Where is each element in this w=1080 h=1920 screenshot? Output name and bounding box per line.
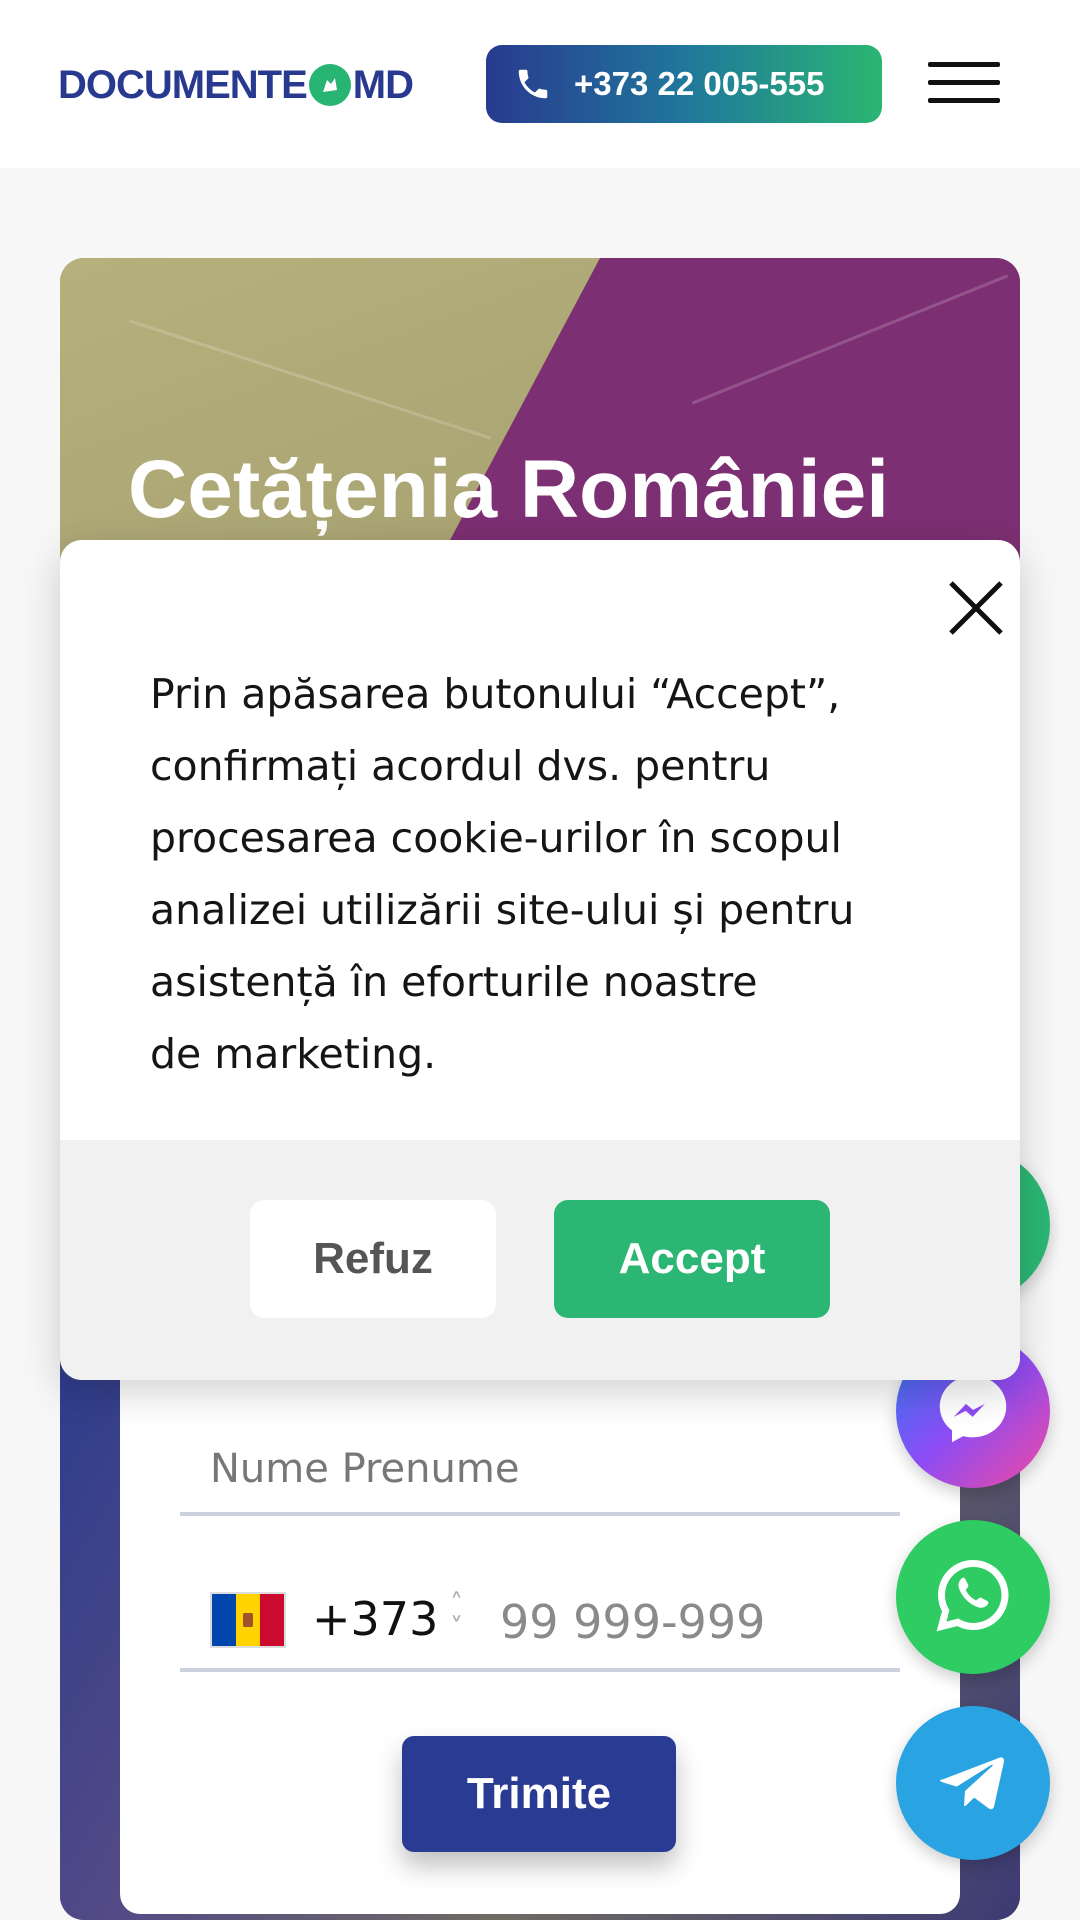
whatsapp-button[interactable] [896,1520,1050,1674]
logo-text-right: MD [352,62,414,107]
cookie-consent-actions: Refuz Accept [60,1140,1020,1380]
telegram-button[interactable] [896,1706,1050,1860]
cookie-consent-dialog: Prin apăsarea butonului “Accept”, confir… [60,540,1020,1380]
contact-form: +373 ˄˅ Trimite [120,1340,960,1914]
logo-text-left: DOCUMENTE [58,62,308,107]
messenger-icon [931,1367,1015,1455]
dial-code-selector-icon[interactable]: ˄ ˅ [450,1591,463,1641]
refuse-button[interactable]: Refuz [250,1200,496,1318]
close-icon[interactable] [936,568,1016,648]
telegram-icon [933,1741,1013,1825]
page-title: Cetățenia României [128,444,889,535]
phone-field[interactable]: +373 ˄ ˅ [180,1562,900,1672]
logo-emblem-icon [308,64,351,106]
phone-number-label: +373 22 005-555 [574,65,825,102]
site-header: DOCUMENTE MD +373 22 005-555 [0,0,1080,168]
accept-button[interactable]: Accept [554,1200,830,1318]
whatsapp-icon [931,1553,1015,1641]
call-phone-button[interactable]: +373 22 005-555 [486,45,882,123]
hamburger-icon[interactable] [928,60,1004,108]
site-logo[interactable]: DOCUMENTE MD [58,62,414,108]
moldova-flag-icon[interactable] [210,1592,286,1648]
dial-code: +373 [312,1592,439,1646]
phone-input[interactable] [500,1582,880,1662]
submit-button[interactable]: Trimite [402,1736,676,1852]
name-input[interactable] [180,1426,900,1516]
phone-icon [514,65,552,103]
cookie-consent-text: Prin apăsarea butonului “Accept”, confir… [150,670,855,1078]
